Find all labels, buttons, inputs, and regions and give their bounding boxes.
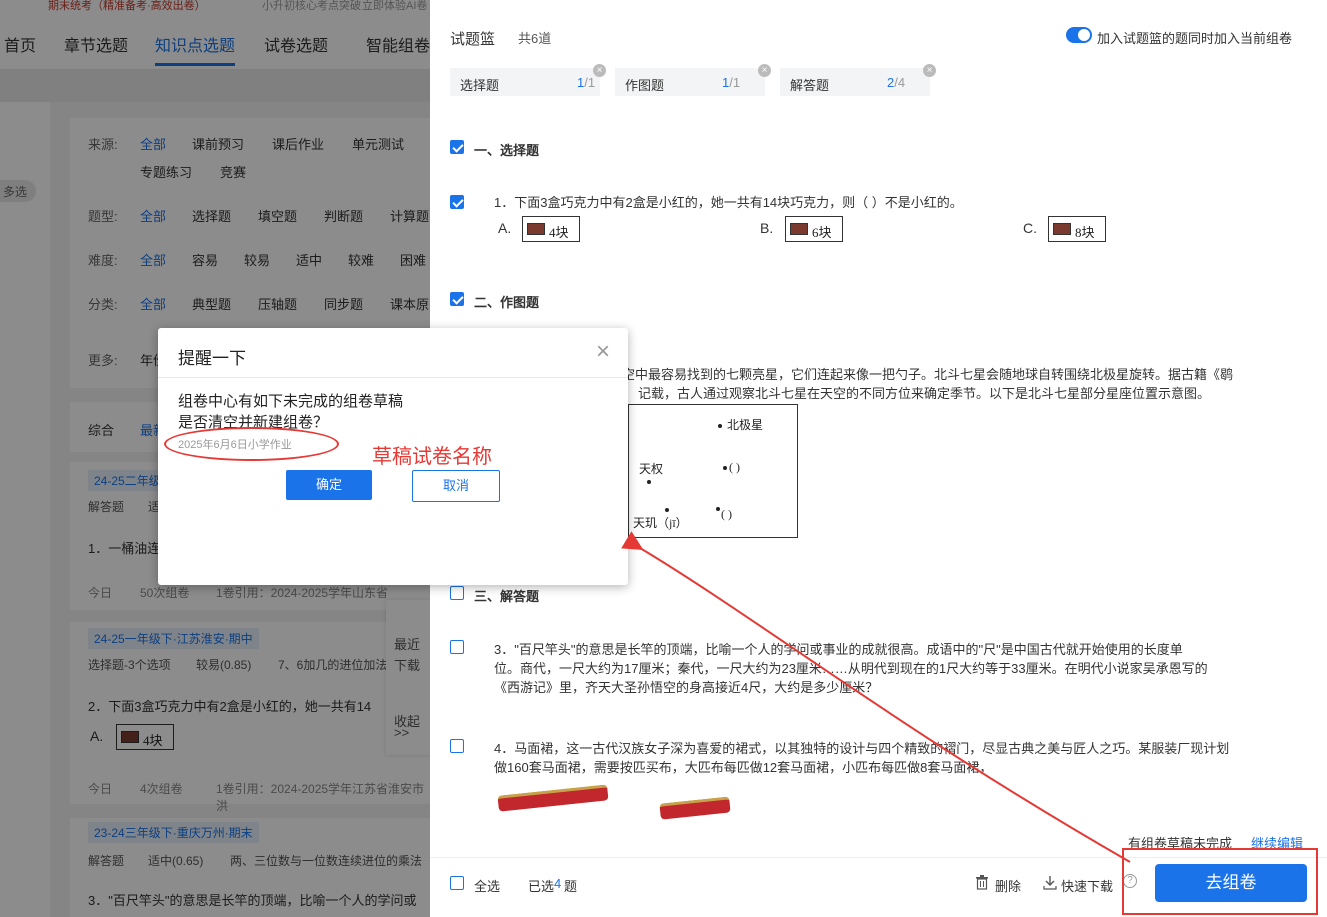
annotation-arrow [621, 531, 1131, 863]
